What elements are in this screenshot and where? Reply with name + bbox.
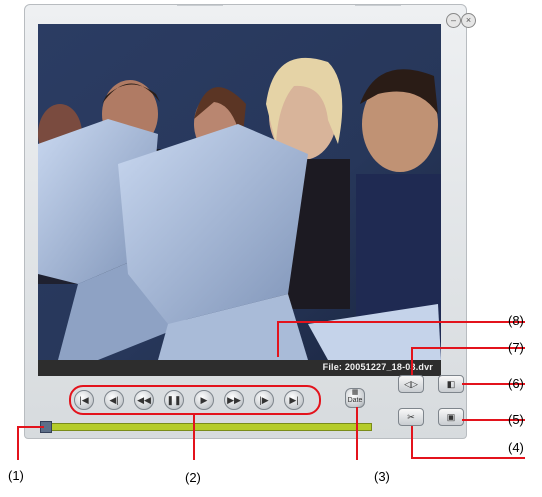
file-name-label: File: 20051227_18-03.dvr [322, 362, 433, 372]
video-display [38, 24, 441, 360]
callout-7: (7) [508, 340, 524, 355]
title-tab-left [177, 5, 223, 22]
calendar-icon: ▦ [351, 389, 359, 396]
scissors-icon[interactable]: ✂ [398, 408, 424, 426]
playback-slider-handle[interactable] [40, 421, 52, 433]
playback-progress-bar[interactable] [46, 423, 372, 431]
callout-1: (1) [8, 468, 24, 483]
skip-to-start-icon[interactable]: |◀ [74, 390, 94, 410]
video-frame-image [38, 24, 441, 360]
play-icon[interactable]: ▶ [194, 390, 214, 410]
skip-to-end-icon[interactable]: ▶| [284, 390, 304, 410]
close-icon[interactable]: × [461, 13, 476, 28]
snapshot-icon[interactable]: ◧ [438, 375, 464, 393]
print-icon[interactable]: ▣ [438, 408, 464, 426]
title-tab-right [355, 5, 401, 22]
audio-icon[interactable]: ◁▷ [398, 375, 424, 393]
callout-4: (4) [508, 440, 524, 455]
callout-6: (6) [508, 376, 524, 391]
file-info-bar: File: 20051227_18-03.dvr [38, 360, 441, 376]
step-forward-icon[interactable]: |▶ [254, 390, 274, 410]
fast-forward-icon[interactable]: ▶▶ [224, 390, 244, 410]
callout-8: (8) [508, 313, 524, 328]
step-back-icon[interactable]: ◀| [104, 390, 124, 410]
callout-3: (3) [374, 469, 390, 484]
date-button-label: Date [347, 397, 363, 404]
date-button[interactable]: ▦ Date [345, 388, 365, 408]
pause-icon[interactable]: ❚❚ [164, 390, 184, 410]
rewind-icon[interactable]: ◀◀ [134, 390, 154, 410]
callout-5: (5) [508, 412, 524, 427]
callout-2: (2) [185, 470, 201, 485]
minimize-icon[interactable]: – [446, 13, 461, 28]
